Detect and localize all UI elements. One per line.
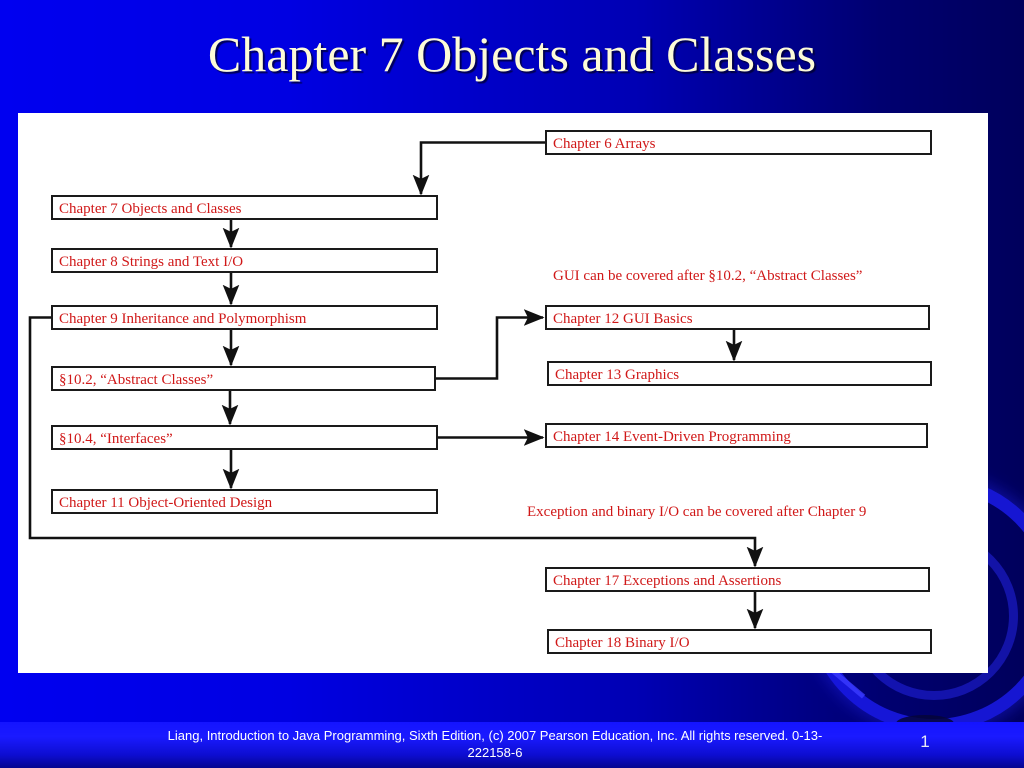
- slide: Chapter 7 Objects and Classes Chapter 6 …: [0, 0, 1024, 768]
- diagram-node-label: Chapter 14 Event-Driven Programming: [553, 429, 791, 445]
- diagram-node-label: Chapter 6 Arrays: [553, 136, 656, 152]
- diagram-node-label: Chapter 13 Graphics: [555, 367, 680, 383]
- diagram-node-ch14: Chapter 14 Event-Driven Programming: [545, 423, 928, 448]
- diagram-node-label: Chapter 7 Objects and Classes: [59, 201, 242, 217]
- chapter-dependency-diagram: Chapter 6 Arrays Chapter 7 Objects and Cl…: [18, 113, 988, 673]
- diagram-node-ch11: Chapter 11 Object-Oriented Design: [51, 489, 438, 514]
- diagram-node-ch7: Chapter 7 Objects and Classes: [51, 195, 438, 220]
- diagram-node-ch17: Chapter 17 Exceptions and Assertions: [545, 567, 930, 592]
- diagram-node-label: Chapter 9 Inheritance and Polymorphism: [59, 311, 307, 327]
- content-panel: Chapter 6 Arrays Chapter 7 Objects and Cl…: [18, 113, 988, 673]
- slide-title: Chapter 7 Objects and Classes: [207, 26, 817, 82]
- diagram-node-ch13: Chapter 13 Graphics: [547, 361, 932, 386]
- footer-citation: Liang, Introduction to Java Programming,…: [167, 728, 823, 760]
- diagram-node-label: Chapter 8 Strings and Text I/O: [59, 254, 244, 270]
- diagram-node-ch18: Chapter 18 Binary I/O: [547, 629, 932, 654]
- diagram-node-s102: §10.2, “Abstract Classes”: [51, 366, 436, 391]
- diagram-node-label: Chapter 18 Binary I/O: [555, 635, 690, 651]
- diagram-node-ch8: Chapter 8 Strings and Text I/O: [51, 248, 438, 273]
- diagram-node-label: §10.4, “Interfaces”: [59, 431, 173, 447]
- diagram-note-exception-note: Exception and binary I/O can be covered …: [527, 504, 867, 520]
- page-number: 1: [920, 732, 930, 751]
- decorative-dot-icon: [896, 715, 954, 732]
- edge-ch6-to-ch7: [412, 141, 545, 196]
- diagram-node-ch12: Chapter 12 GUI Basics: [545, 305, 930, 330]
- diagram-node-label: Chapter 11 Object-Oriented Design: [59, 495, 273, 511]
- diagram-node-label: Chapter 12 GUI Basics: [553, 311, 693, 327]
- diagram-node-ch9: Chapter 9 Inheritance and Polymorphism: [51, 305, 438, 330]
- diagram-node-label: §10.2, “Abstract Classes”: [59, 372, 214, 388]
- edge-s102-to-ch12: [436, 309, 545, 380]
- diagram-node-label: Chapter 17 Exceptions and Assertions: [553, 573, 782, 589]
- diagram-node-s104: §10.4, “Interfaces”: [51, 425, 438, 450]
- diagram-note-gui-note: GUI can be covered after §10.2, “Abstrac…: [553, 268, 863, 284]
- diagram-node-ch6: Chapter 6 Arrays: [545, 130, 932, 155]
